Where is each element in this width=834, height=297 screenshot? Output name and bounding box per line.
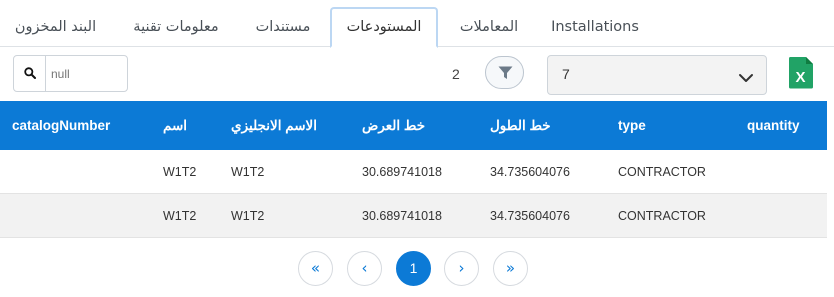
tab-technical-info[interactable]: معلومات تقنية <box>127 8 225 46</box>
filter-button[interactable] <box>485 56 524 89</box>
cell-type: CONTRACTOR <box>618 209 706 223</box>
cell-name: W1T2 <box>163 209 197 223</box>
funnel-icon <box>498 66 513 79</box>
tab-inventory-item[interactable]: البند المخزون <box>13 8 98 46</box>
header-catalog-number[interactable]: catalogNumber <box>12 101 110 150</box>
warehouses-table: catalogNumber اسم الاسم الانجليزي خط الع… <box>0 101 827 238</box>
chevron-down-icon <box>738 69 754 82</box>
search-group <box>13 55 128 92</box>
prev-page-button[interactable]: ‹ <box>347 251 382 286</box>
cell-name: W1T2 <box>163 165 197 179</box>
search-button[interactable] <box>14 56 46 91</box>
page-button-current[interactable]: 1 <box>396 251 431 286</box>
cell-english-name: W1T2 <box>231 165 265 179</box>
first-page-button[interactable]: « <box>298 251 333 286</box>
table-row[interactable]: W1T2 W1T2 30.689741018 34.735604076 CONT… <box>0 194 827 238</box>
header-quantity[interactable]: quantity <box>747 101 800 150</box>
cell-type: CONTRACTOR <box>618 165 706 179</box>
search-icon <box>24 67 36 79</box>
tab-documents[interactable]: مستندات <box>252 8 314 46</box>
result-count: 2 <box>452 66 460 82</box>
header-english-name[interactable]: الاسم الانجليزي <box>231 101 317 150</box>
page-size-select[interactable]: 7 <box>547 55 767 95</box>
tab-installations[interactable]: Installations <box>551 8 639 46</box>
cell-english-name: W1T2 <box>231 209 265 223</box>
table-row[interactable]: W1T2 W1T2 30.689741018 34.735604076 CONT… <box>0 150 827 194</box>
excel-file-icon[interactable]: X <box>788 56 814 89</box>
tab-warehouses[interactable]: المستودعات <box>330 7 438 48</box>
cell-longitude: 34.735604076 <box>490 165 570 179</box>
header-name[interactable]: اسم <box>163 101 187 150</box>
header-longitude[interactable]: خط الطول <box>490 101 551 150</box>
cell-latitude: 30.689741018 <box>362 165 442 179</box>
cell-latitude: 30.689741018 <box>362 209 442 223</box>
tab-transactions[interactable]: المعاملات <box>456 8 522 46</box>
tab-bar: البند المخزون معلومات تقنية مستندات المس… <box>0 0 834 48</box>
last-page-button[interactable]: » <box>493 251 528 286</box>
page-size-value: 7 <box>562 66 570 82</box>
table-header: catalogNumber اسم الاسم الانجليزي خط الع… <box>0 101 827 150</box>
header-latitude[interactable]: خط العرض <box>362 101 425 150</box>
header-type[interactable]: type <box>618 101 646 150</box>
cell-longitude: 34.735604076 <box>490 209 570 223</box>
next-page-button[interactable]: › <box>444 251 479 286</box>
svg-text:X: X <box>795 69 805 86</box>
search-input[interactable] <box>47 56 127 91</box>
